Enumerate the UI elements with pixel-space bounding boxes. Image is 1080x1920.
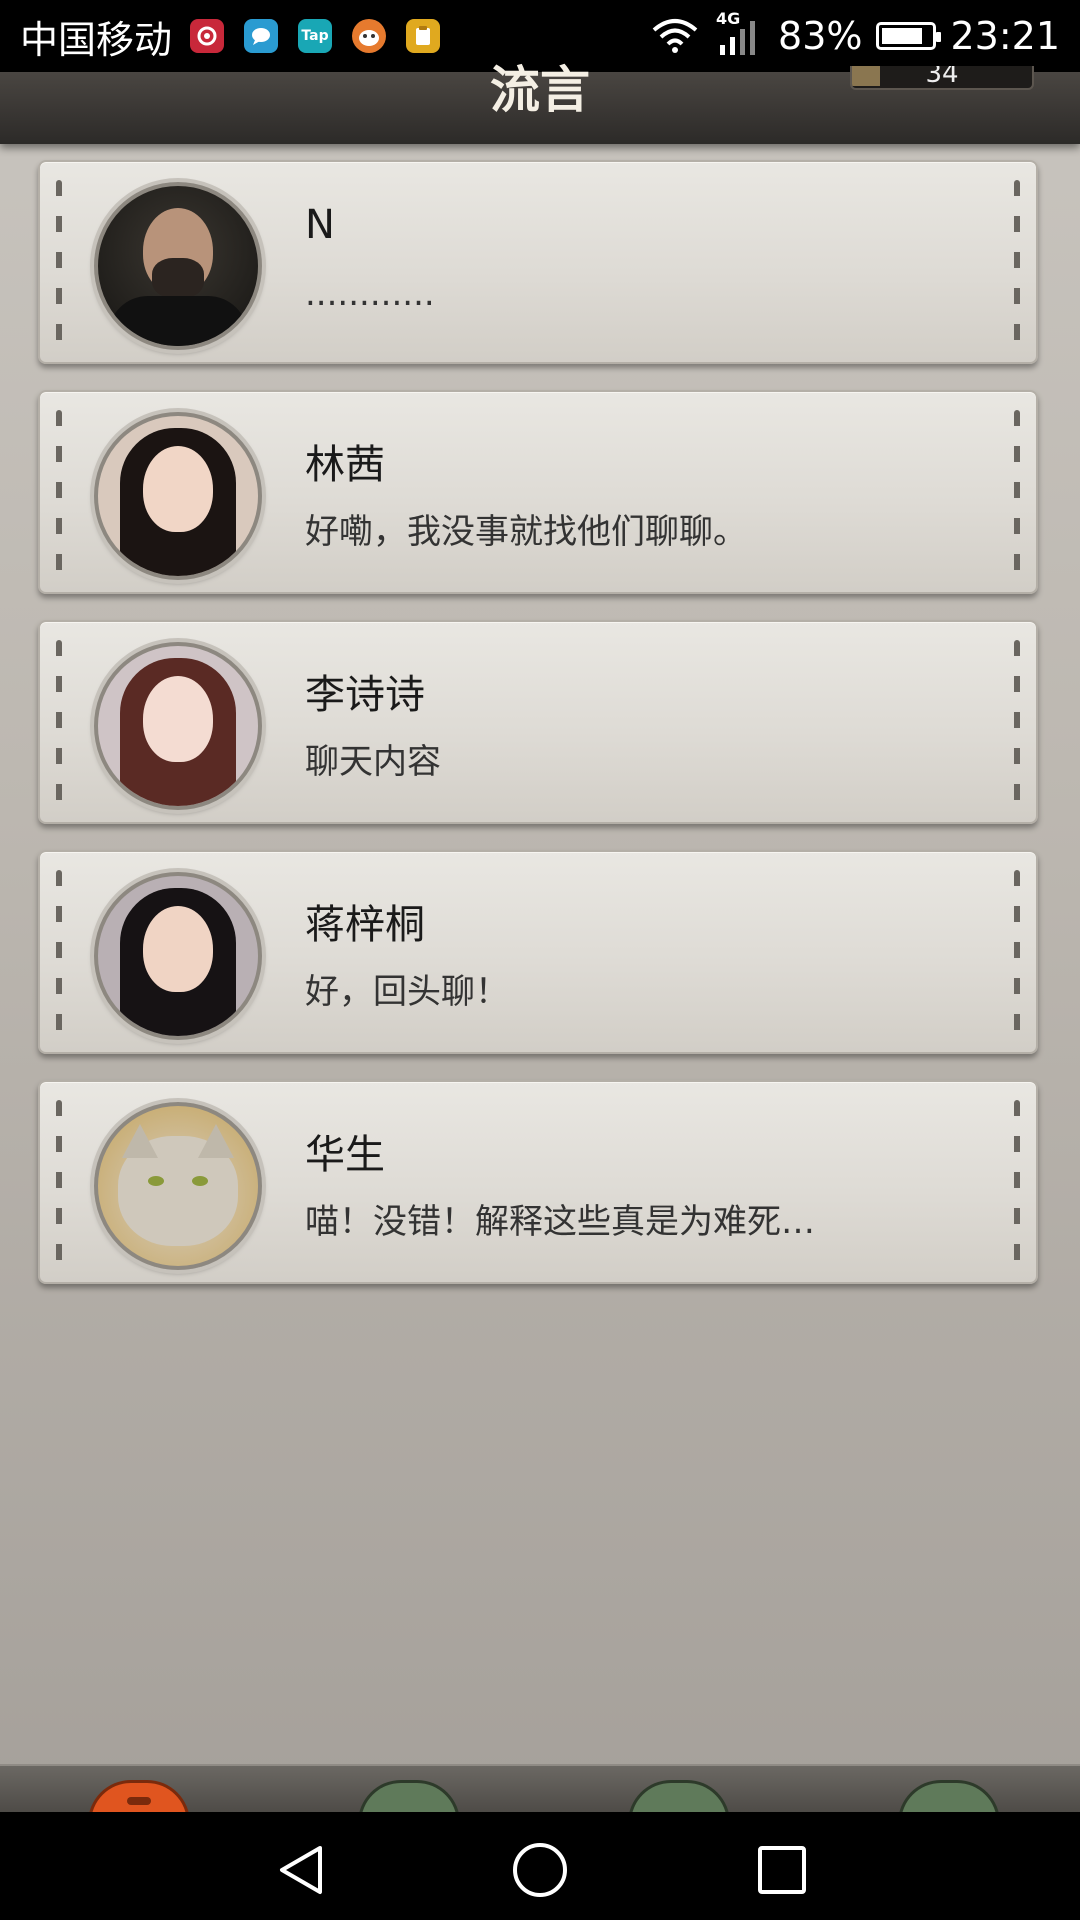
contact-name: N — [305, 202, 335, 248]
last-message: 喵！没错！解释这些真是为难死… — [305, 1202, 815, 1242]
app-header: 流言 34 — [0, 60, 1080, 144]
card-stitch-left — [56, 870, 62, 1034]
last-message: ............ — [305, 274, 435, 314]
message-icon — [244, 19, 279, 53]
card-stitch-right — [1014, 1100, 1020, 1264]
card-stitch-right — [1014, 640, 1020, 804]
avatar-cat-ear-right — [198, 1124, 234, 1158]
card-stitch-left — [56, 410, 62, 574]
avatar — [94, 872, 262, 1040]
clipboard-app-icon — [406, 19, 441, 53]
card-stitch-right — [1014, 180, 1020, 344]
contact-name: 华生 — [305, 1132, 385, 1178]
battery-level-fill — [882, 28, 923, 44]
contact-name: 林茜 — [305, 442, 385, 488]
currency-counter[interactable]: 34 — [850, 66, 1034, 90]
recents-icon[interactable] — [752, 1840, 812, 1900]
conversation-card[interactable]: 蒋梓桐 好，回头聊！ — [38, 850, 1038, 1054]
conversation-card[interactable]: N ............ — [38, 160, 1038, 364]
avatar — [94, 182, 262, 350]
battery-icon — [876, 22, 942, 50]
avatar-shirt — [108, 296, 248, 346]
bottom-tab-bar — [0, 1764, 1080, 1823]
contact-name: 李诗诗 — [305, 672, 425, 718]
avatar-face — [143, 676, 213, 762]
card-stitch-left — [56, 640, 62, 804]
avatar-cat-eye-left — [148, 1176, 164, 1186]
counter-icon — [852, 66, 880, 86]
avatar — [94, 1102, 262, 1270]
avatar-cat-ear-left — [122, 1124, 158, 1158]
conversation-card[interactable]: 林茜 好嘞，我没事就找他们聊聊。 — [38, 390, 1038, 594]
card-stitch-right — [1014, 410, 1020, 574]
back-icon[interactable] — [272, 1840, 332, 1900]
taptap-icon: Tap — [298, 19, 333, 53]
card-stitch-left — [56, 180, 62, 344]
conversation-card[interactable]: 李诗诗 聊天内容 — [38, 620, 1038, 824]
chat-icon — [127, 1797, 151, 1805]
card-stitch-left — [56, 1100, 62, 1264]
avatar-face — [143, 906, 213, 992]
avatar — [94, 642, 262, 810]
wifi-icon — [652, 19, 698, 53]
avatar-face — [143, 446, 213, 532]
avatar-cat-eye-right — [192, 1176, 208, 1186]
avatar — [94, 412, 262, 580]
last-message: 好，回头聊！ — [305, 972, 509, 1012]
last-message: 聊天内容 — [305, 742, 441, 782]
last-message: 好嘞，我没事就找他们聊聊。 — [305, 512, 747, 552]
fox-app-icon — [352, 19, 387, 53]
home-icon[interactable] — [510, 1840, 570, 1900]
netease-music-icon — [190, 19, 225, 53]
card-stitch-right — [1014, 870, 1020, 1034]
conversation-card[interactable]: 华生 喵！没错！解释这些真是为难死… — [38, 1080, 1038, 1284]
avatar-beard — [152, 258, 204, 298]
contact-name: 蒋梓桐 — [305, 902, 425, 948]
counter-value: 34 — [925, 66, 959, 89]
system-nav-bar — [0, 1812, 1080, 1920]
